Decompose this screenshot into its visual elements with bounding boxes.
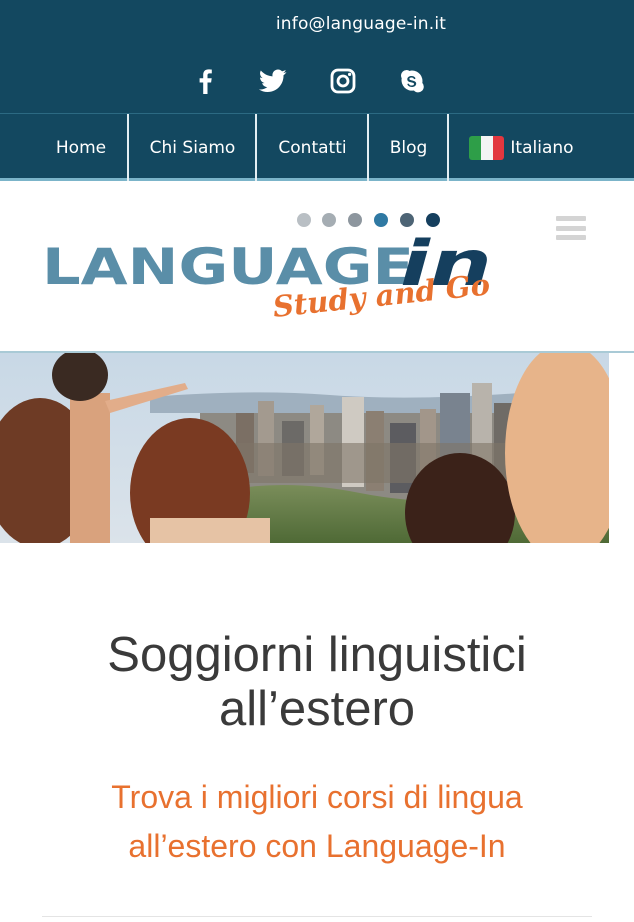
top-bar: info@language-in.it	[0, 0, 634, 113]
section-divider	[42, 916, 592, 917]
nav-item-chi-siamo[interactable]: Chi Siamo	[129, 114, 256, 181]
italy-flag-icon	[469, 135, 505, 160]
language-in-logo[interactable]: LANGUAGE in Study and Go	[42, 209, 502, 321]
menu-hamburger-icon[interactable]	[556, 216, 586, 240]
skype-icon[interactable]	[395, 64, 429, 98]
language-label: Italiano	[510, 137, 574, 158]
contact-email-link[interactable]: info@language-in.it	[0, 14, 634, 34]
nav-item-language-selector[interactable]: Italiano	[449, 114, 594, 181]
nav-item-blog[interactable]: Blog	[369, 114, 448, 181]
headline-line-2: all’estero	[218, 682, 416, 736]
site-header: LANGUAGE in Study and Go	[0, 181, 634, 353]
twitter-icon[interactable]	[256, 64, 290, 98]
subhead-line-2: all’estero con Language-In	[128, 828, 506, 864]
hero-image	[0, 353, 609, 543]
facebook-icon[interactable]	[188, 64, 222, 98]
social-links	[0, 64, 634, 98]
page-subheadline: Trova i migliori corsi di lingua all’est…	[0, 773, 634, 871]
nav-item-contatti[interactable]: Contatti	[257, 114, 368, 181]
students-city-photo	[0, 353, 609, 543]
headline-line-1: Soggiorni linguistici	[107, 628, 527, 682]
nav-item-home[interactable]: Home	[34, 114, 128, 181]
instagram-icon[interactable]	[326, 64, 360, 98]
page-headline: Soggiorni linguistici all’estero	[0, 628, 634, 736]
subhead-line-1: Trova i migliori corsi di lingua	[111, 779, 523, 815]
main-nav: Home Chi Siamo Contatti Blog Italiano	[0, 113, 634, 181]
